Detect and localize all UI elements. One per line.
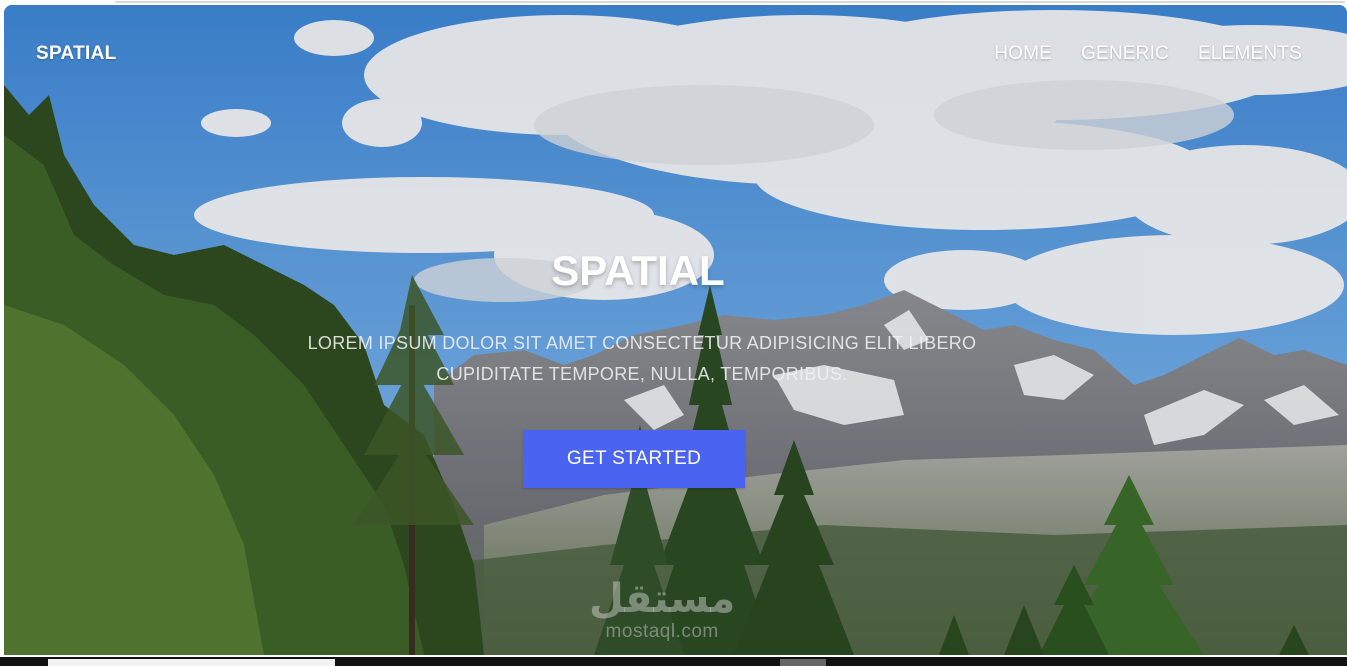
hero-title: SPATIAL [551,247,725,294]
nav-elements-link[interactable]: ELEMENTS [1198,43,1302,65]
hero-subtitle-line-1: LOREM IPSUM DOLOR SIT AMET CONSECTETUR A… [307,333,977,353]
taskbar-segment [780,659,826,666]
watermark-arabic-text: مستقل [589,577,736,621]
site-logo[interactable]: SPATIAL [36,43,117,65]
nav-home-link[interactable]: HOME [994,43,1052,65]
hero-section: SPATIAL HOME GENERIC ELEMENTS SPATIAL LO… [4,5,1347,655]
taskbar-segment [48,659,335,666]
nav-generic-link[interactable]: GENERIC [1081,43,1169,65]
watermark-url-text: mostaql.com [605,621,719,642]
hero-subtitle-line-2: CUPIDITATE TEMPORE, NULLA, TEMPORIBUS. [436,364,848,384]
taskbar-strip [0,657,1347,666]
main-nav: HOME GENERIC ELEMENTS [994,43,1302,65]
hero-subtitle: LOREM IPSUM DOLOR SIT AMET CONSECTETUR A… [272,328,1012,390]
mostaql-watermark: مستقل mostaql.com [589,577,735,643]
get-started-button[interactable]: GET STARTED [523,430,745,488]
